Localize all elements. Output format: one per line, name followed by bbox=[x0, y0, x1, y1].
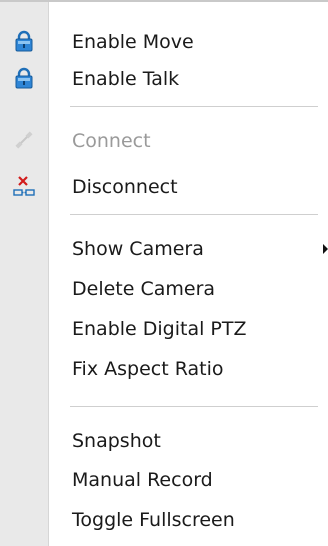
menu-item-label: Enable Move bbox=[72, 31, 194, 53]
menu-separator bbox=[70, 214, 318, 216]
menu-item-label: Manual Record bbox=[72, 469, 213, 491]
menu-item-manual-record[interactable]: Manual Record bbox=[0, 462, 328, 498]
menu-item-label: Enable Digital PTZ bbox=[72, 318, 247, 340]
menu-item-disconnect[interactable]: Disconnect bbox=[0, 169, 328, 205]
menu-item-label: Toggle Fullscreen bbox=[72, 509, 235, 531]
lock-icon bbox=[13, 30, 35, 52]
menu-item-delete-camera[interactable]: Delete Camera bbox=[0, 271, 328, 307]
menu-item-enable-digital-ptz[interactable]: Enable Digital PTZ bbox=[0, 311, 328, 347]
menu-item-label: Delete Camera bbox=[72, 278, 216, 300]
menu-item-label: Disconnect bbox=[72, 176, 178, 198]
connect-icon bbox=[13, 129, 35, 151]
menu-item-toggle-fullscreen[interactable]: Toggle Fullscreen bbox=[0, 502, 328, 538]
menu-item-label: Connect bbox=[72, 130, 151, 152]
menu-item-label: Enable Talk bbox=[72, 68, 180, 90]
menu-item-show-camera[interactable]: Show Camera bbox=[0, 231, 328, 267]
menu-separator bbox=[70, 106, 318, 108]
lock-icon bbox=[13, 67, 35, 89]
menu-item-label: Snapshot bbox=[72, 430, 161, 452]
menu-item-label: Fix Aspect Ratio bbox=[72, 358, 224, 380]
submenu-arrow-icon bbox=[323, 244, 328, 254]
disconnect-icon bbox=[13, 175, 35, 197]
menu-item-connect[interactable]: Connect bbox=[0, 123, 328, 159]
menu-item-label: Show Camera bbox=[72, 238, 204, 260]
menu-separator bbox=[70, 406, 318, 408]
menu-item-enable-talk[interactable]: Enable Talk bbox=[0, 61, 328, 97]
menu-item-fix-aspect-ratio[interactable]: Fix Aspect Ratio bbox=[0, 351, 328, 387]
context-menu: Enable Move Enable Talk Connect Disconne… bbox=[0, 0, 328, 546]
menu-item-snapshot[interactable]: Snapshot bbox=[0, 423, 328, 459]
menu-item-enable-move[interactable]: Enable Move bbox=[0, 24, 328, 60]
